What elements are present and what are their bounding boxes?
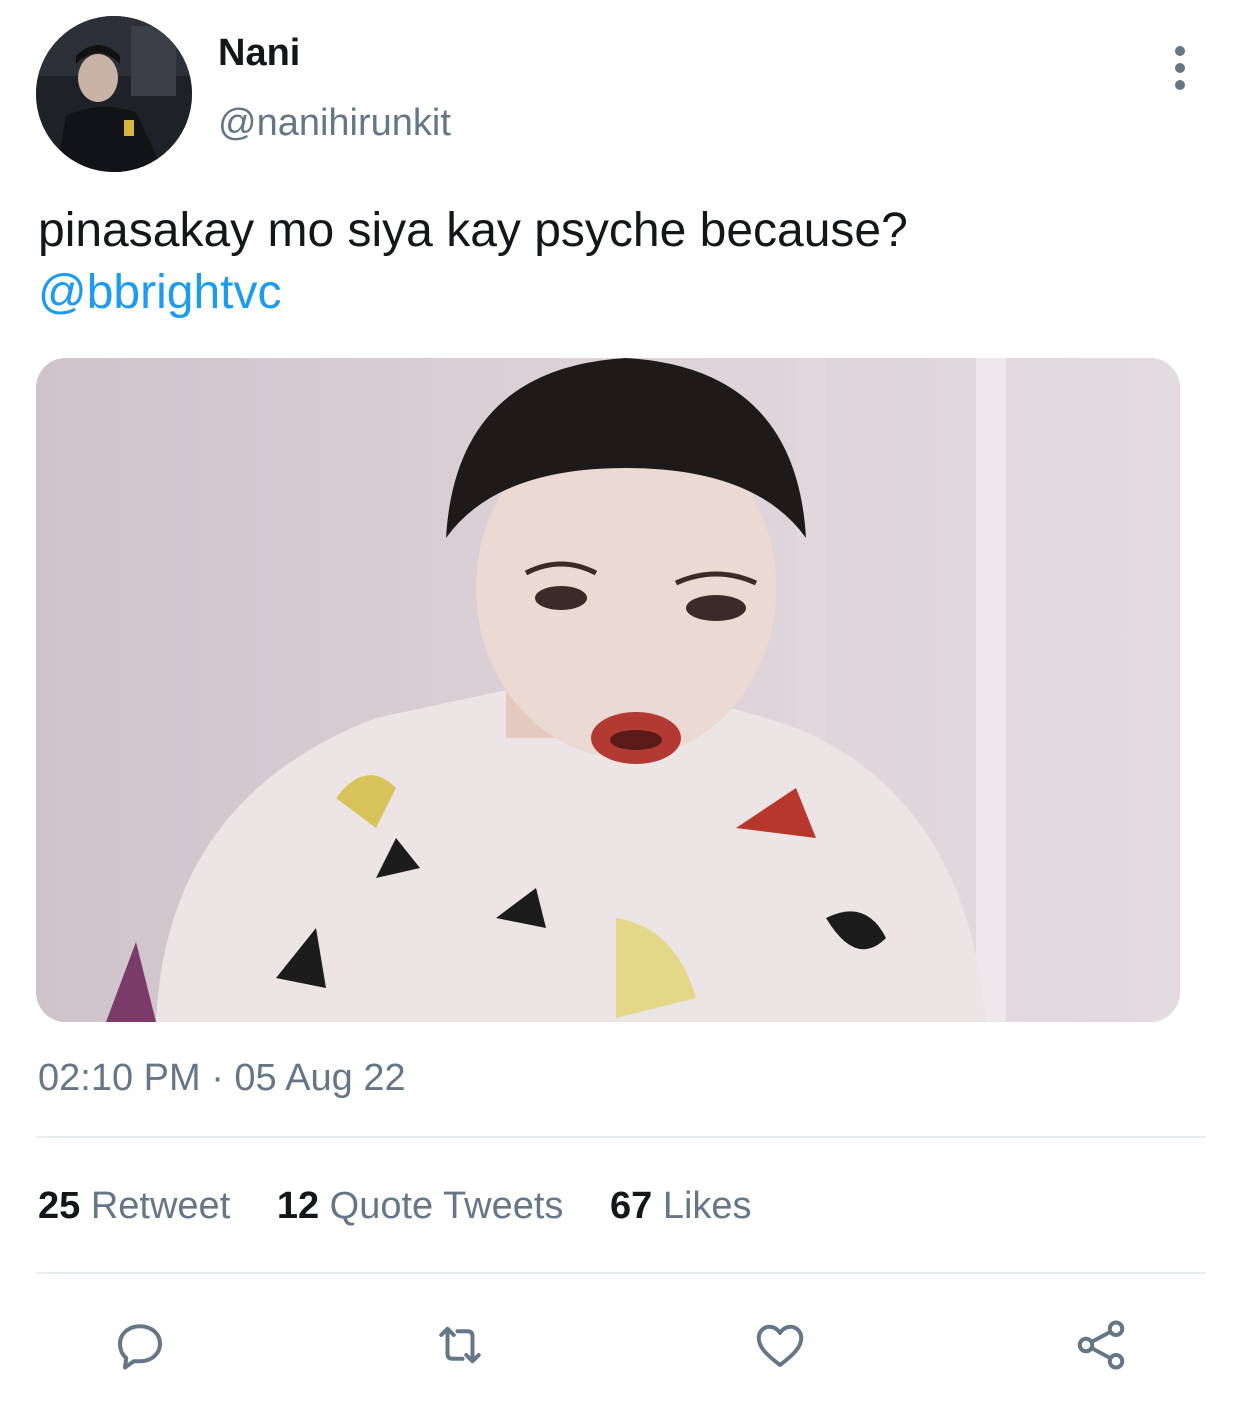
mention-link[interactable]: @bbrightvc — [38, 262, 1208, 324]
likes-label: Likes — [662, 1185, 752, 1227]
likes-count: 67 — [610, 1185, 653, 1227]
more-dot-icon — [1175, 80, 1185, 90]
tweet-action-bar — [0, 1310, 1242, 1380]
tweet-timestamp[interactable]: 02:10 PM · 05 Aug 22 — [38, 1055, 406, 1101]
retweet-icon — [439, 1326, 481, 1364]
likes-stat[interactable]: 67 Likes — [610, 1183, 752, 1229]
retweets-stat[interactable]: 25 Retweet — [38, 1183, 230, 1229]
divider — [36, 1136, 1206, 1138]
retweets-count: 25 — [38, 1185, 81, 1227]
quotes-count: 12 — [276, 1185, 320, 1227]
author-avatar[interactable] — [36, 16, 192, 172]
share-button[interactable] — [1066, 1310, 1136, 1380]
reply-button[interactable] — [105, 1310, 175, 1380]
like-icon — [756, 1324, 804, 1367]
divider — [36, 1272, 1206, 1274]
tweet-media-photo[interactable] — [36, 358, 1180, 1022]
tweet-text: pinasakay mo siya kay psyche because? @b… — [38, 200, 1208, 324]
share-icon — [1077, 1320, 1125, 1370]
more-options-button[interactable] — [1158, 40, 1202, 96]
quotes-label: Quote Tweets — [329, 1185, 564, 1227]
author-handle[interactable]: @nanihirunkit — [218, 100, 451, 146]
tweet-stats: 25 Retweet 12 Quote Tweets 67 Likes — [38, 1183, 788, 1229]
avatar-photo-icon — [36, 16, 192, 172]
reply-icon — [118, 1324, 162, 1370]
more-dot-icon — [1175, 63, 1185, 73]
photo-image-icon — [36, 358, 1180, 1022]
more-dot-icon — [1175, 46, 1185, 56]
tweet-text-line: pinasakay mo siya kay psyche because? — [38, 204, 908, 257]
retweets-label: Retweet — [90, 1185, 231, 1227]
like-button[interactable] — [745, 1310, 815, 1380]
retweet-button[interactable] — [425, 1310, 495, 1380]
quotes-stat[interactable]: 12 Quote Tweets — [277, 1183, 564, 1229]
author-display-name[interactable]: Nani — [218, 30, 300, 76]
